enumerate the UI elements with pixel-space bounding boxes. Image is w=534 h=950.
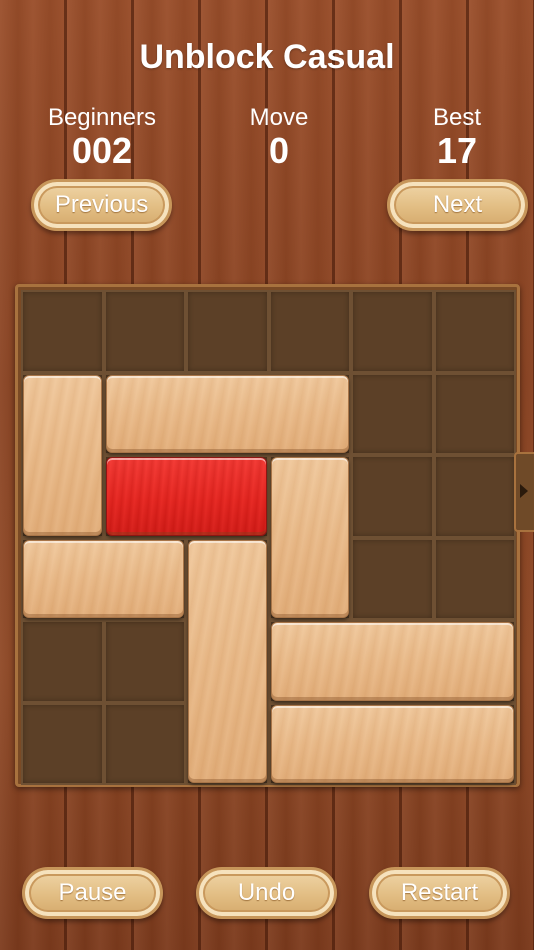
board-cell (103, 290, 186, 373)
level-value: 002 (71, 130, 133, 171)
puzzle-board (15, 284, 520, 787)
best-value: 17 (436, 130, 478, 171)
level-stat: Beginners 002 (27, 104, 177, 170)
board-cell (351, 372, 434, 455)
horizontal-block-1[interactable] (105, 374, 349, 453)
exit-arrow-icon (520, 484, 528, 498)
board-cell (351, 537, 434, 620)
level-label: Beginners (47, 104, 157, 131)
board-cell (268, 290, 351, 373)
vertical-block-3[interactable] (188, 539, 267, 783)
horizontal-block-2[interactable] (23, 539, 184, 618)
previous-button[interactable]: Previous (31, 179, 172, 231)
next-button[interactable]: Next (387, 179, 528, 231)
target-block[interactable] (105, 457, 267, 536)
board-cell (433, 455, 516, 538)
best-stat: Best 17 (382, 104, 532, 170)
board-cell (351, 455, 434, 538)
board-cell (103, 702, 186, 785)
move-label: Move (249, 104, 309, 131)
restart-button[interactable]: Restart (369, 867, 510, 919)
move-stat: Move 0 (204, 104, 354, 170)
board-cell (186, 290, 269, 373)
board-cell (21, 290, 104, 373)
board-cell (21, 620, 104, 703)
horizontal-block-4[interactable] (270, 704, 514, 783)
board-cell (21, 702, 104, 785)
board-cell (103, 620, 186, 703)
board-cell (433, 537, 516, 620)
vertical-block-1[interactable] (23, 374, 102, 536)
board-cell (351, 290, 434, 373)
undo-button[interactable]: Undo (196, 867, 337, 919)
move-value: 0 (268, 130, 290, 171)
horizontal-block-3[interactable] (270, 622, 514, 701)
board-cell (433, 290, 516, 373)
vertical-block-2[interactable] (270, 457, 349, 618)
pause-button[interactable]: Pause (22, 867, 163, 919)
best-label: Best (432, 104, 482, 131)
game-title: Unblock Casual (139, 38, 395, 76)
board-cell (433, 372, 516, 455)
